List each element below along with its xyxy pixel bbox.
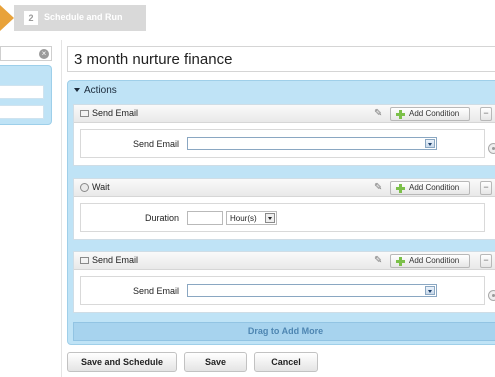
panel-divider <box>61 40 62 377</box>
add-condition-button[interactable]: Add Condition <box>390 107 470 121</box>
remove-block-button[interactable]: − <box>480 254 492 268</box>
remove-block-button[interactable]: − <box>480 107 492 121</box>
send-email-select[interactable] <box>187 284 437 297</box>
plus-icon <box>396 257 405 266</box>
cancel-button[interactable]: Cancel <box>254 352 318 372</box>
save-button[interactable]: Save <box>184 352 247 372</box>
plus-icon <box>396 184 405 193</box>
action-block-header: Send Email ✎ Add Condition − <box>74 252 495 270</box>
action-block-title: Wait <box>92 182 110 192</box>
save-and-schedule-button[interactable]: Save and Schedule <box>67 352 177 372</box>
wizard-step-2[interactable]: 2 Schedule and Run <box>14 5 146 31</box>
edit-icon[interactable]: ✎ <box>374 109 384 119</box>
clear-icon[interactable]: × <box>39 49 49 59</box>
duration-unit-select[interactable]: Hour(s) <box>226 211 277 225</box>
action-block-header: Wait ✎ Add Condition − <box>74 179 495 197</box>
wizard-step-2-number: 2 <box>24 11 38 25</box>
wizard-steps: 2 Schedule and Run <box>0 0 495 38</box>
remove-block-button[interactable]: − <box>480 181 492 195</box>
left-panel-field[interactable] <box>0 105 44 119</box>
duration-label: Duration <box>145 213 180 223</box>
add-condition-label: Add Condition <box>409 256 460 265</box>
edit-icon[interactable]: ✎ <box>374 183 384 193</box>
send-email-select[interactable] <box>187 137 437 150</box>
caret-down-icon <box>74 88 80 93</box>
wizard-step-2-label: Schedule and Run <box>44 12 123 22</box>
actions-panel: Actions Send Email ✎ Add Condition − Sen… <box>67 80 495 345</box>
actions-header-label: Actions <box>84 85 117 96</box>
clock-icon <box>80 183 89 192</box>
campaign-name-input[interactable]: 3 month nurture finance <box>67 46 495 72</box>
action-block-title: Send Email <box>92 255 139 265</box>
gear-icon[interactable] <box>488 143 495 154</box>
action-block-body: Send Email <box>80 276 485 305</box>
chevron-down-icon <box>265 213 275 223</box>
chevron-down-icon <box>425 139 435 148</box>
send-email-label: Send Email <box>133 139 180 149</box>
email-icon <box>80 257 89 264</box>
chevron-down-icon <box>425 286 435 295</box>
drag-to-add-more[interactable]: Drag to Add More <box>73 322 495 341</box>
add-condition-label: Add Condition <box>409 183 460 192</box>
add-condition-label: Add Condition <box>409 109 460 118</box>
left-search-input[interactable]: × <box>0 46 52 61</box>
action-block-title: Send Email <box>92 108 139 118</box>
left-panel-field[interactable] <box>0 85 44 99</box>
gear-icon[interactable] <box>488 290 495 301</box>
action-block-send-email: Send Email ✎ Add Condition − Send Email <box>73 104 495 166</box>
left-panel <box>0 65 52 125</box>
add-condition-button[interactable]: Add Condition <box>390 254 470 268</box>
action-block-send-email: Send Email ✎ Add Condition − Send Email <box>73 251 495 313</box>
send-email-label: Send Email <box>133 286 180 296</box>
wizard-step-1-arrow[interactable] <box>0 5 14 31</box>
action-block-body: Duration Hour(s) <box>80 203 485 232</box>
edit-icon[interactable]: ✎ <box>374 256 384 266</box>
plus-icon <box>396 110 405 119</box>
action-block-header: Send Email ✎ Add Condition − <box>74 105 495 123</box>
add-condition-button[interactable]: Add Condition <box>390 181 470 195</box>
duration-unit-value: Hour(s) <box>230 214 257 223</box>
email-icon <box>80 110 89 117</box>
actions-header[interactable]: Actions <box>74 85 117 96</box>
duration-input[interactable] <box>187 211 223 225</box>
action-block-body: Send Email <box>80 129 485 158</box>
action-block-wait: Wait ✎ Add Condition − Duration Hour(s) <box>73 178 495 240</box>
